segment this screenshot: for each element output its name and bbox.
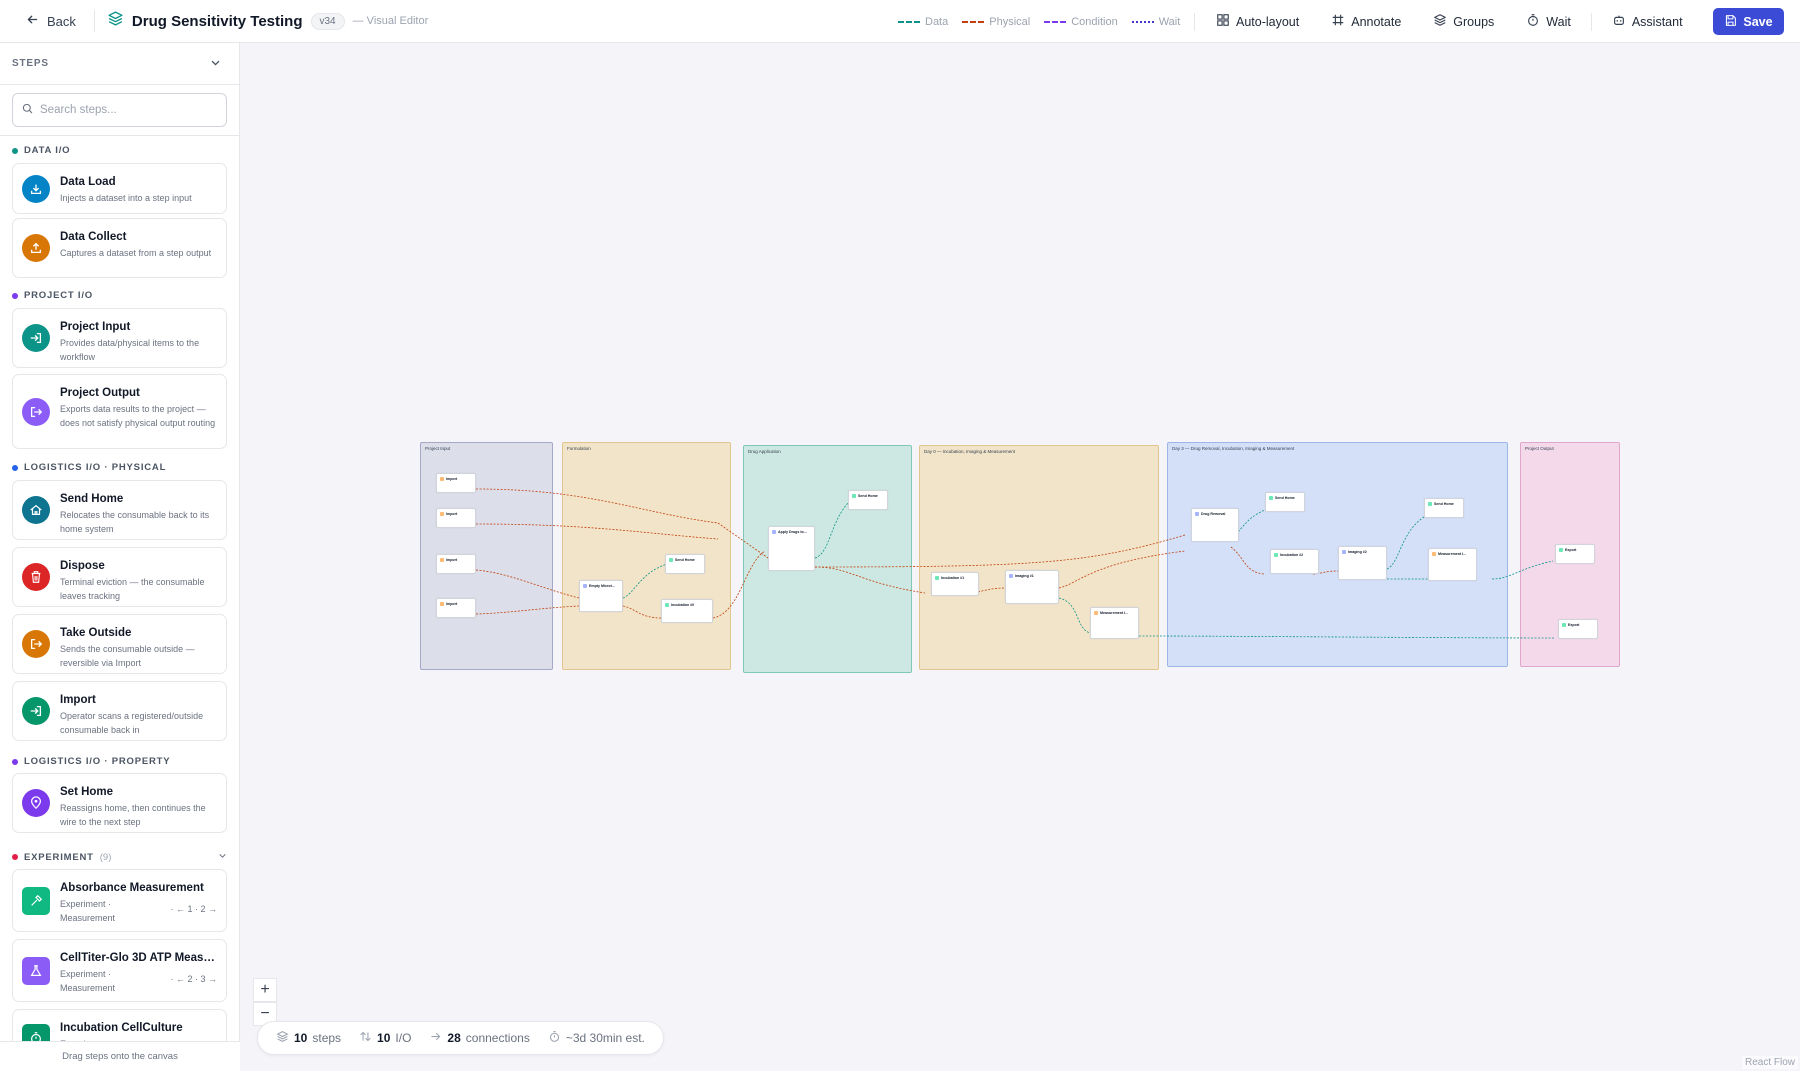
category-data-io: DATA I/O bbox=[12, 145, 70, 156]
flow-canvas[interactable]: Project Input Formulation Drug Applicati… bbox=[240, 43, 1800, 1071]
step-card-project-output[interactable]: Project Output Exports data results to t… bbox=[12, 374, 227, 449]
step-card-take-outside[interactable]: Take Outside Sends the consumable outsid… bbox=[12, 614, 227, 674]
back-button[interactable]: Back bbox=[26, 13, 76, 29]
toolbar-actions: Auto-layout Annotate Groups Wait Assista… bbox=[1200, 0, 1699, 43]
step-card-celltiter-glo[interactable]: CellTiter-Glo 3D ATP Measur... Experimen… bbox=[12, 939, 227, 1002]
top-toolbar: Back Drug Sensitivity Testing v34 — Visu… bbox=[0, 0, 1800, 43]
hash-icon bbox=[1331, 13, 1345, 30]
node-apply-drugs[interactable]: Apply Drugs to... bbox=[768, 526, 815, 571]
groups-button[interactable]: Groups bbox=[1417, 13, 1510, 30]
node-import[interactable]: Import bbox=[436, 554, 476, 574]
login-icon bbox=[22, 324, 50, 352]
step-card-absorbance[interactable]: Absorbance Measurement Experiment · Meas… bbox=[12, 869, 227, 932]
wait-button[interactable]: Wait bbox=[1510, 13, 1587, 30]
robot-icon bbox=[1612, 13, 1626, 30]
database-icon bbox=[22, 174, 50, 203]
layers-icon bbox=[107, 10, 124, 32]
category-experiment[interactable]: EXPERIMENT (9) bbox=[12, 851, 227, 863]
timer-icon bbox=[1526, 13, 1540, 30]
node-export[interactable]: Export bbox=[1555, 544, 1595, 564]
zoom-controls: + − bbox=[253, 978, 277, 1026]
autolayout-button[interactable]: Auto-layout bbox=[1200, 13, 1315, 30]
timer-icon bbox=[548, 1030, 561, 1046]
pipette-icon bbox=[22, 886, 50, 915]
node-send-home[interactable]: Send Home bbox=[1265, 492, 1305, 512]
node-export[interactable]: Export bbox=[1558, 619, 1598, 639]
back-label: Back bbox=[47, 13, 76, 29]
layers-icon bbox=[276, 1030, 289, 1046]
stat-io: 10 I/O bbox=[359, 1030, 411, 1046]
workflow-stats: 10 steps 10 I/O 28 connections ~3d 30min es… bbox=[257, 1021, 664, 1055]
node-import[interactable]: Import bbox=[436, 598, 476, 618]
layers-icon bbox=[1433, 13, 1447, 30]
search-placeholder: Search steps... bbox=[40, 104, 117, 116]
stat-connections: 28 connections bbox=[429, 1030, 530, 1046]
assistant-button[interactable]: Assistant bbox=[1596, 13, 1699, 30]
legend-condition: Condition bbox=[1044, 16, 1118, 28]
node-drug-removal[interactable]: Drug Removal bbox=[1191, 508, 1239, 542]
node-imaging-1[interactable]: Imaging #1 bbox=[1005, 570, 1059, 604]
trash-icon bbox=[22, 563, 50, 591]
logout-icon bbox=[22, 630, 50, 658]
step-card-dispose[interactable]: Dispose Terminal eviction — the consumab… bbox=[12, 547, 227, 607]
stat-steps: 10 steps bbox=[276, 1030, 341, 1046]
version-badge: v34 bbox=[310, 12, 345, 30]
step-card-send-home[interactable]: Send Home Relocates the consumable back … bbox=[12, 480, 227, 540]
chevron-down-icon[interactable] bbox=[210, 57, 221, 71]
arrow-right-icon bbox=[429, 1030, 442, 1046]
step-card-set-home[interactable]: Set Home Reassigns home, then continues … bbox=[12, 773, 227, 833]
react-flow-attribution[interactable]: React Flow bbox=[1741, 1056, 1798, 1069]
node-imaging-2[interactable]: Imaging #2 bbox=[1338, 546, 1387, 580]
sidebar-header[interactable]: STEPS bbox=[0, 43, 239, 85]
node-send-home[interactable]: Send Home bbox=[848, 490, 888, 510]
arrow-left-icon bbox=[26, 13, 39, 29]
legend-data: Data bbox=[898, 16, 948, 28]
login-icon bbox=[22, 697, 50, 725]
sidebar-footer-hint: Drag steps onto the canvas bbox=[0, 1041, 240, 1071]
stat-duration: ~3d 30min est. bbox=[548, 1030, 645, 1046]
annotate-button[interactable]: Annotate bbox=[1315, 13, 1417, 30]
legend-wait: Wait bbox=[1131, 16, 1180, 28]
page-subtitle: — Visual Editor bbox=[352, 15, 429, 27]
category-logistics-physical: LOGISTICS I/O · PHYSICAL bbox=[12, 462, 166, 473]
flask-icon bbox=[22, 956, 50, 985]
node-incubation-1[interactable]: Incubation #1 bbox=[931, 572, 979, 596]
home-icon bbox=[22, 496, 50, 524]
grid-icon bbox=[1216, 13, 1230, 30]
save-icon bbox=[1724, 14, 1737, 30]
search-icon bbox=[22, 103, 33, 117]
steps-sidebar: STEPS Search steps... DATA I/O Data Load… bbox=[0, 43, 240, 1071]
node-send-home[interactable]: Send Home bbox=[1424, 498, 1464, 518]
step-card-project-input[interactable]: Project Input Provides data/physical ite… bbox=[12, 308, 227, 368]
node-incubation-2[interactable]: Incubation #2 bbox=[1270, 549, 1319, 574]
node-empty-microtiter[interactable]: Empty Microt... bbox=[579, 580, 623, 612]
node-measurement-2[interactable]: Measurement I... bbox=[1428, 548, 1477, 581]
io-counts: · ← 1 · 2 → bbox=[170, 904, 217, 914]
node-send-home[interactable]: Send Home bbox=[665, 554, 705, 574]
node-import[interactable]: Import bbox=[436, 508, 476, 528]
edge-legend: Data Physical Condition Wait bbox=[898, 0, 1196, 43]
step-card-data-load[interactable]: Data Load Injects a dataset into a step … bbox=[12, 163, 227, 214]
pin-icon bbox=[22, 789, 50, 817]
zoom-in-button[interactable]: + bbox=[253, 978, 277, 1002]
save-button[interactable]: Save bbox=[1713, 8, 1784, 35]
page-title: Drug Sensitivity Testing bbox=[131, 12, 303, 30]
step-card-import[interactable]: Import Operator scans a registered/outsi… bbox=[12, 681, 227, 741]
arrows-updown-icon bbox=[359, 1030, 372, 1046]
node-measurement-1[interactable]: Measurement I... bbox=[1090, 607, 1139, 639]
category-project-io: PROJECT I/O bbox=[12, 290, 93, 301]
chevron-down-icon[interactable] bbox=[218, 851, 227, 863]
step-card-data-collect[interactable]: Data Collect Captures a dataset from a s… bbox=[12, 218, 227, 278]
database-icon bbox=[22, 234, 50, 262]
sidebar-title: STEPS bbox=[12, 58, 49, 69]
category-logistics-property: LOGISTICS I/O · PROPERTY bbox=[12, 756, 170, 767]
search-input[interactable]: Search steps... bbox=[12, 93, 227, 127]
node-incubation-0[interactable]: Incubation #0 bbox=[661, 599, 713, 623]
divider bbox=[93, 10, 95, 32]
io-counts: · ← 2 · 3 → bbox=[170, 974, 217, 984]
legend-physical: Physical bbox=[962, 16, 1030, 28]
node-import[interactable]: Import bbox=[436, 473, 476, 493]
logout-icon bbox=[22, 397, 50, 426]
